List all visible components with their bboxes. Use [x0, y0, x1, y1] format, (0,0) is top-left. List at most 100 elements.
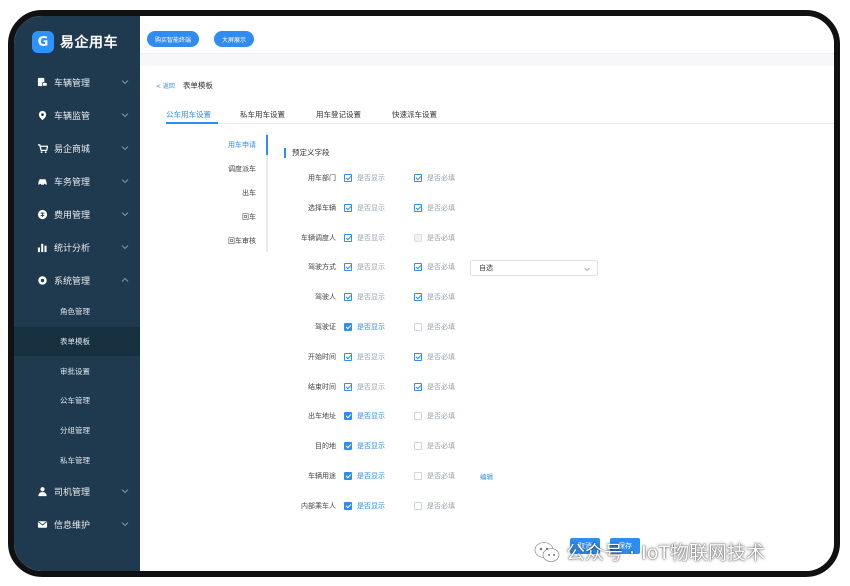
field-row: 用车部门 是否显示 是否必填: [140, 171, 640, 185]
show-checkbox[interactable]: [344, 203, 352, 212]
wechat-icon: [534, 541, 560, 562]
field-label: 目的地: [315, 442, 336, 451]
tab-bar: 公车用车设置 私车用车设置 用车登记设置 快速派车设置: [166, 104, 834, 124]
subnav-active-indicator: [266, 135, 268, 155]
submenu-item[interactable]: 角色管理: [14, 297, 140, 327]
field-row: 车辆调度人 是否显示 是否必填: [140, 231, 640, 245]
required-option-label: 是否必填: [427, 412, 455, 421]
required-checkbox[interactable]: [414, 442, 422, 451]
submenu-item[interactable]: 分组管理: [14, 416, 140, 446]
sidebar-item[interactable]: 系统管理: [14, 264, 140, 297]
sidebar-item[interactable]: 易企商城: [14, 132, 140, 165]
field-label: 结束时间: [308, 382, 336, 391]
sidebar-item[interactable]: 司机管理: [14, 475, 140, 508]
field-label: 选择车辆: [308, 203, 336, 212]
required-checkbox[interactable]: [414, 263, 422, 272]
show-option-label: 是否显示: [357, 293, 385, 302]
tab-quick-dispatch[interactable]: 快速派车设置: [392, 109, 437, 120]
chevron-down-icon: [121, 522, 129, 527]
watermark: 公众号 · IoT物联网技术: [534, 538, 765, 565]
drive-mode-select[interactable]: 自选: [470, 260, 598, 277]
show-checkbox[interactable]: [344, 382, 352, 391]
sidebar-item-label: 易企商城: [54, 145, 91, 155]
submenu-item[interactable]: 审批设置: [14, 356, 140, 386]
field-label: 驾驶证: [315, 323, 336, 331]
required-checkbox[interactable]: [414, 352, 422, 361]
submenu-item[interactable]: 私车管理: [14, 445, 140, 475]
show-checkbox[interactable]: [344, 412, 352, 421]
show-checkbox[interactable]: [344, 323, 352, 331]
show-checkbox[interactable]: [344, 263, 352, 272]
watermark-text: 公众号 · IoT物联网技术: [566, 542, 765, 564]
breadcrumb: < 返回 表单模板: [156, 80, 213, 91]
sidebar-item[interactable]: 车辆管理: [14, 66, 140, 99]
required-option-label: 是否必填: [427, 203, 455, 212]
submenu-item[interactable]: 表单模板: [14, 326, 140, 357]
tab-public-car[interactable]: 公车用车设置: [166, 109, 211, 120]
show-checkbox[interactable]: [344, 442, 352, 451]
required-option-label: 是否必填: [427, 501, 455, 510]
submenu-item[interactable]: 公车管理: [14, 386, 140, 416]
show-checkbox[interactable]: [344, 472, 352, 480]
required-option-label: 是否必填: [427, 174, 455, 182]
sidebar-item[interactable]: 信息维护: [14, 508, 140, 541]
required-option-label: 是否必填: [427, 442, 455, 451]
show-option-label: 是否显示: [357, 203, 385, 212]
field-row: 驾驶人 是否显示 是否必填: [140, 290, 640, 304]
sidebar-item[interactable]: 车务管理: [14, 165, 140, 198]
field-label: 车辆用途: [308, 472, 336, 480]
required-checkbox[interactable]: [414, 382, 422, 391]
sidebar-item-label: 车辆管理: [54, 79, 91, 89]
app-name: 易企用车: [60, 35, 118, 51]
sidebar-item[interactable]: 费用管理: [14, 198, 140, 231]
required-checkbox[interactable]: [414, 174, 422, 182]
required-checkbox[interactable]: [414, 412, 422, 421]
subnav-apply[interactable]: 用车申请: [228, 140, 256, 150]
sidebar-item-label: 车辆监管: [54, 112, 91, 122]
app-logo[interactable]: G 易企用车: [32, 28, 118, 56]
required-checkbox[interactable]: [414, 233, 422, 242]
required-checkbox[interactable]: [414, 501, 422, 510]
required-checkbox[interactable]: [414, 203, 422, 212]
show-checkbox[interactable]: [344, 293, 352, 302]
big-screen-button[interactable]: 大屏展示: [214, 31, 255, 47]
show-checkbox[interactable]: [344, 352, 352, 361]
show-checkbox[interactable]: [344, 501, 352, 510]
show-option-label: 是否显示: [357, 263, 385, 272]
chevron-down-icon: [121, 146, 129, 151]
sidebar: G 易企用车 车辆管理 车辆监管 易企商城 车务管理 费用管理 统计分析 系统管…: [14, 16, 140, 571]
tab-registration[interactable]: 用车登记设置: [316, 109, 361, 120]
tab-private-car[interactable]: 私车用车设置: [240, 109, 285, 120]
sidebar-item[interactable]: 车辆监管: [14, 99, 140, 132]
field-label: 驾驶人: [315, 293, 336, 302]
show-option-label: 是否显示: [357, 323, 385, 331]
page-title: 表单模板: [182, 81, 213, 90]
required-option-label: 是否必填: [427, 233, 455, 242]
select-value: 自选: [479, 264, 493, 273]
chevron-down-icon: [121, 245, 129, 250]
sidebar-item[interactable]: 统计分析: [14, 231, 140, 264]
edit-link[interactable]: 编辑: [480, 471, 493, 481]
car-doc-icon: [36, 77, 48, 89]
field-row: 车辆用途 是否显示 是否必填 编辑: [140, 469, 640, 483]
coin-icon: [36, 209, 48, 221]
show-option-label: 是否显示: [357, 174, 385, 182]
location-pin-icon: [36, 110, 48, 122]
show-checkbox[interactable]: [344, 233, 352, 242]
chevron-down-icon: [584, 268, 590, 272]
subnav-depart[interactable]: 出车: [242, 188, 256, 198]
field-label: 驾驶方式: [308, 263, 336, 272]
chevron-down-icon: [121, 179, 129, 184]
field-label: 内部乘车人: [301, 501, 336, 510]
bar-chart-icon: [36, 242, 48, 254]
show-checkbox[interactable]: [344, 174, 352, 182]
required-checkbox[interactable]: [414, 293, 422, 302]
show-option-label: 是否显示: [357, 352, 385, 361]
required-option-label: 是否必填: [427, 263, 455, 272]
required-checkbox[interactable]: [414, 323, 422, 331]
back-link[interactable]: < 返回: [156, 81, 175, 90]
sidebar-item-label: 车务管理: [54, 178, 91, 188]
required-checkbox[interactable]: [414, 472, 422, 480]
car-icon: [36, 176, 48, 188]
buy-terminal-button[interactable]: 购买智能终端: [147, 31, 200, 47]
